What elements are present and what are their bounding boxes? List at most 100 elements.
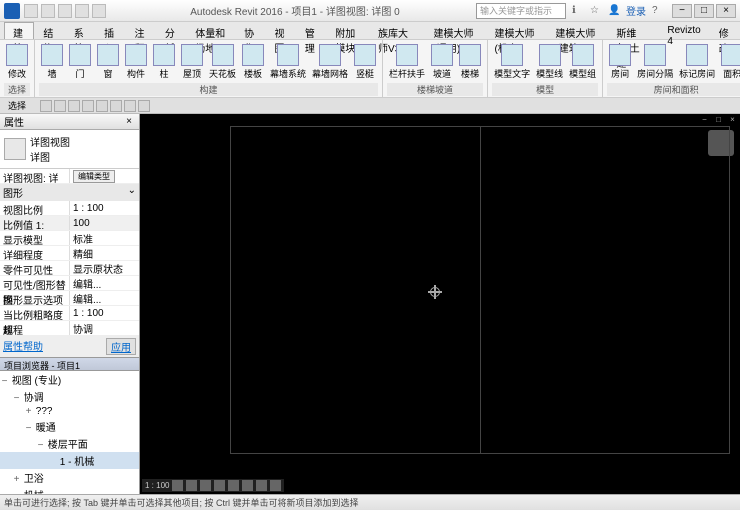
help-icon[interactable]: ? bbox=[652, 5, 664, 17]
door-button[interactable]: 门 bbox=[67, 42, 93, 82]
project-browser[interactable]: − 视图 (专业)− 协调+ ???− 暖通− 楼层平面 1 - 机械+ 卫浴−… bbox=[0, 371, 139, 494]
property-value[interactable]: 100 bbox=[70, 216, 139, 230]
tab-model-mep[interactable]: 建模大师 (机电) bbox=[485, 22, 546, 39]
star-icon[interactable]: ☆ bbox=[590, 5, 602, 17]
property-value[interactable]: 精细 bbox=[70, 246, 139, 260]
property-row[interactable]: 详细程度精细 bbox=[0, 246, 139, 261]
login-link[interactable]: 登录 bbox=[626, 3, 646, 18]
expander-icon[interactable]: − bbox=[12, 393, 21, 404]
curtain-grid-button[interactable]: 幕墙网格 bbox=[310, 42, 350, 82]
properties-help-link[interactable]: 属性帮助 bbox=[3, 338, 43, 355]
property-value[interactable]: 编辑... bbox=[70, 291, 139, 305]
property-value[interactable]: 协调 bbox=[70, 321, 139, 335]
ramp-button[interactable]: 坡道 bbox=[429, 42, 455, 82]
property-row[interactable]: 规程协调 bbox=[0, 321, 139, 336]
user-icon[interactable]: 👤 bbox=[608, 5, 620, 17]
mode-icon[interactable] bbox=[54, 100, 66, 112]
tab-annotate[interactable]: 注释 bbox=[126, 22, 156, 39]
tab-analyze[interactable]: 分析 bbox=[156, 22, 186, 39]
opt-icon[interactable] bbox=[82, 100, 94, 112]
property-value[interactable]: 标准 bbox=[70, 231, 139, 245]
search-input[interactable]: 输入关键字或指示 bbox=[476, 3, 566, 19]
model-line-button[interactable]: 模型线 bbox=[534, 42, 565, 82]
filter-icon[interactable] bbox=[40, 100, 52, 112]
window-button[interactable]: 窗 bbox=[95, 42, 121, 82]
tag-room-button[interactable]: 标记房间 bbox=[677, 42, 717, 82]
expander-icon[interactable]: − bbox=[36, 440, 45, 451]
qat-undo-icon[interactable] bbox=[58, 4, 72, 18]
roof-button[interactable]: 屋顶 bbox=[179, 42, 205, 82]
tab-family-master[interactable]: 族库大师V3.2 bbox=[369, 22, 424, 39]
property-value[interactable]: 1 : 100 bbox=[70, 201, 139, 215]
sun-path-icon[interactable] bbox=[200, 480, 211, 491]
expander-icon[interactable]: − bbox=[24, 423, 33, 434]
mullion-button[interactable]: 竖梃 bbox=[352, 42, 378, 82]
tab-massing[interactable]: 体量和场地 bbox=[186, 22, 235, 39]
tab-architecture[interactable]: 建筑 bbox=[4, 22, 34, 39]
tab-view[interactable]: 视图 bbox=[266, 22, 296, 39]
tab-manage[interactable]: 管理 bbox=[296, 22, 326, 39]
property-row[interactable]: 当比例粗略度超1 : 100 bbox=[0, 306, 139, 321]
tree-node[interactable]: + 卫浴 bbox=[0, 469, 139, 486]
tab-model-arch[interactable]: 建模大师 (建筑) bbox=[546, 22, 607, 39]
area-button[interactable]: 面积 bbox=[719, 42, 740, 82]
floor-button[interactable]: 楼板 bbox=[240, 42, 266, 82]
maximize-button[interactable]: □ bbox=[694, 4, 714, 18]
hide-icon[interactable] bbox=[256, 480, 267, 491]
expander-icon[interactable]: + bbox=[12, 474, 21, 485]
close-button[interactable]: × bbox=[716, 4, 736, 18]
tab-structure[interactable]: 结构 bbox=[34, 22, 64, 39]
visual-style-icon[interactable] bbox=[186, 480, 197, 491]
properties-type-selector[interactable]: 详图视图 详图 bbox=[0, 130, 139, 169]
qat-print-icon[interactable] bbox=[92, 4, 106, 18]
tab-model-common[interactable]: 建模大师 (通用) bbox=[425, 22, 486, 39]
tree-node[interactable]: − 楼层平面 bbox=[0, 435, 139, 452]
reveal-icon[interactable] bbox=[270, 480, 281, 491]
tree-node[interactable]: − 机械 bbox=[0, 486, 139, 494]
curtain-system-button[interactable]: 幕墙系统 bbox=[268, 42, 308, 82]
property-row[interactable]: 显示模型标准 bbox=[0, 231, 139, 246]
view-canvas[interactable]: − □ × 1 : 100 bbox=[140, 114, 740, 494]
view-maximize-icon[interactable]: □ bbox=[713, 115, 724, 126]
property-row[interactable]: 可见性/图形替换编辑... bbox=[0, 276, 139, 291]
tree-node[interactable]: − 暖通 bbox=[0, 418, 139, 435]
properties-close-icon[interactable]: × bbox=[123, 116, 135, 128]
tab-systems[interactable]: 系统 bbox=[65, 22, 95, 39]
view-scale[interactable]: 1 : 100 bbox=[145, 481, 169, 490]
component-button[interactable]: 构件 bbox=[123, 42, 149, 82]
crop-region-icon[interactable] bbox=[242, 480, 253, 491]
property-value[interactable]: 显示原状态 bbox=[70, 261, 139, 275]
tree-node[interactable]: − 协调 bbox=[0, 388, 139, 405]
modify-button[interactable]: 修改 bbox=[4, 42, 30, 82]
property-row[interactable]: 图形显示选项编辑... bbox=[0, 291, 139, 306]
minimize-button[interactable]: − bbox=[672, 4, 692, 18]
expander-icon[interactable]: − bbox=[12, 491, 21, 494]
opt5-icon[interactable] bbox=[138, 100, 150, 112]
info-icon[interactable]: ℹ bbox=[572, 5, 584, 17]
property-value[interactable]: 编辑... bbox=[70, 276, 139, 290]
railing-button[interactable]: 栏杆扶手 bbox=[387, 42, 427, 82]
tab-revizto[interactable]: Revizto 4 bbox=[658, 22, 709, 39]
room-sep-button[interactable]: 房间分隔 bbox=[635, 42, 675, 82]
tab-insert[interactable]: 插入 bbox=[95, 22, 125, 39]
column-button[interactable]: 柱 bbox=[151, 42, 177, 82]
crop-icon[interactable] bbox=[228, 480, 239, 491]
stair-button[interactable]: 楼梯 bbox=[457, 42, 483, 82]
qat-redo-icon[interactable] bbox=[75, 4, 89, 18]
tab-modify[interactable]: 修改 bbox=[710, 22, 740, 39]
opt4-icon[interactable] bbox=[124, 100, 136, 112]
view-close-icon[interactable]: × bbox=[727, 115, 738, 126]
expander-icon[interactable]: + bbox=[24, 406, 33, 417]
tree-node[interactable]: + ??? bbox=[0, 405, 139, 418]
ceiling-button[interactable]: 天花板 bbox=[207, 42, 238, 82]
qat-open-icon[interactable] bbox=[24, 4, 38, 18]
wall-button[interactable]: 墙 bbox=[39, 42, 65, 82]
apply-button[interactable]: 应用 bbox=[106, 338, 136, 355]
detail-level-icon[interactable] bbox=[172, 480, 183, 491]
room-button[interactable]: 房间 bbox=[607, 42, 633, 82]
props-section-graphics[interactable]: 图形⌄ bbox=[0, 184, 139, 201]
edit-type-button[interactable]: 编辑类型 bbox=[73, 170, 115, 183]
opt3-icon[interactable] bbox=[110, 100, 122, 112]
property-row[interactable]: 零件可见性显示原状态 bbox=[0, 261, 139, 276]
opt2-icon[interactable] bbox=[96, 100, 108, 112]
